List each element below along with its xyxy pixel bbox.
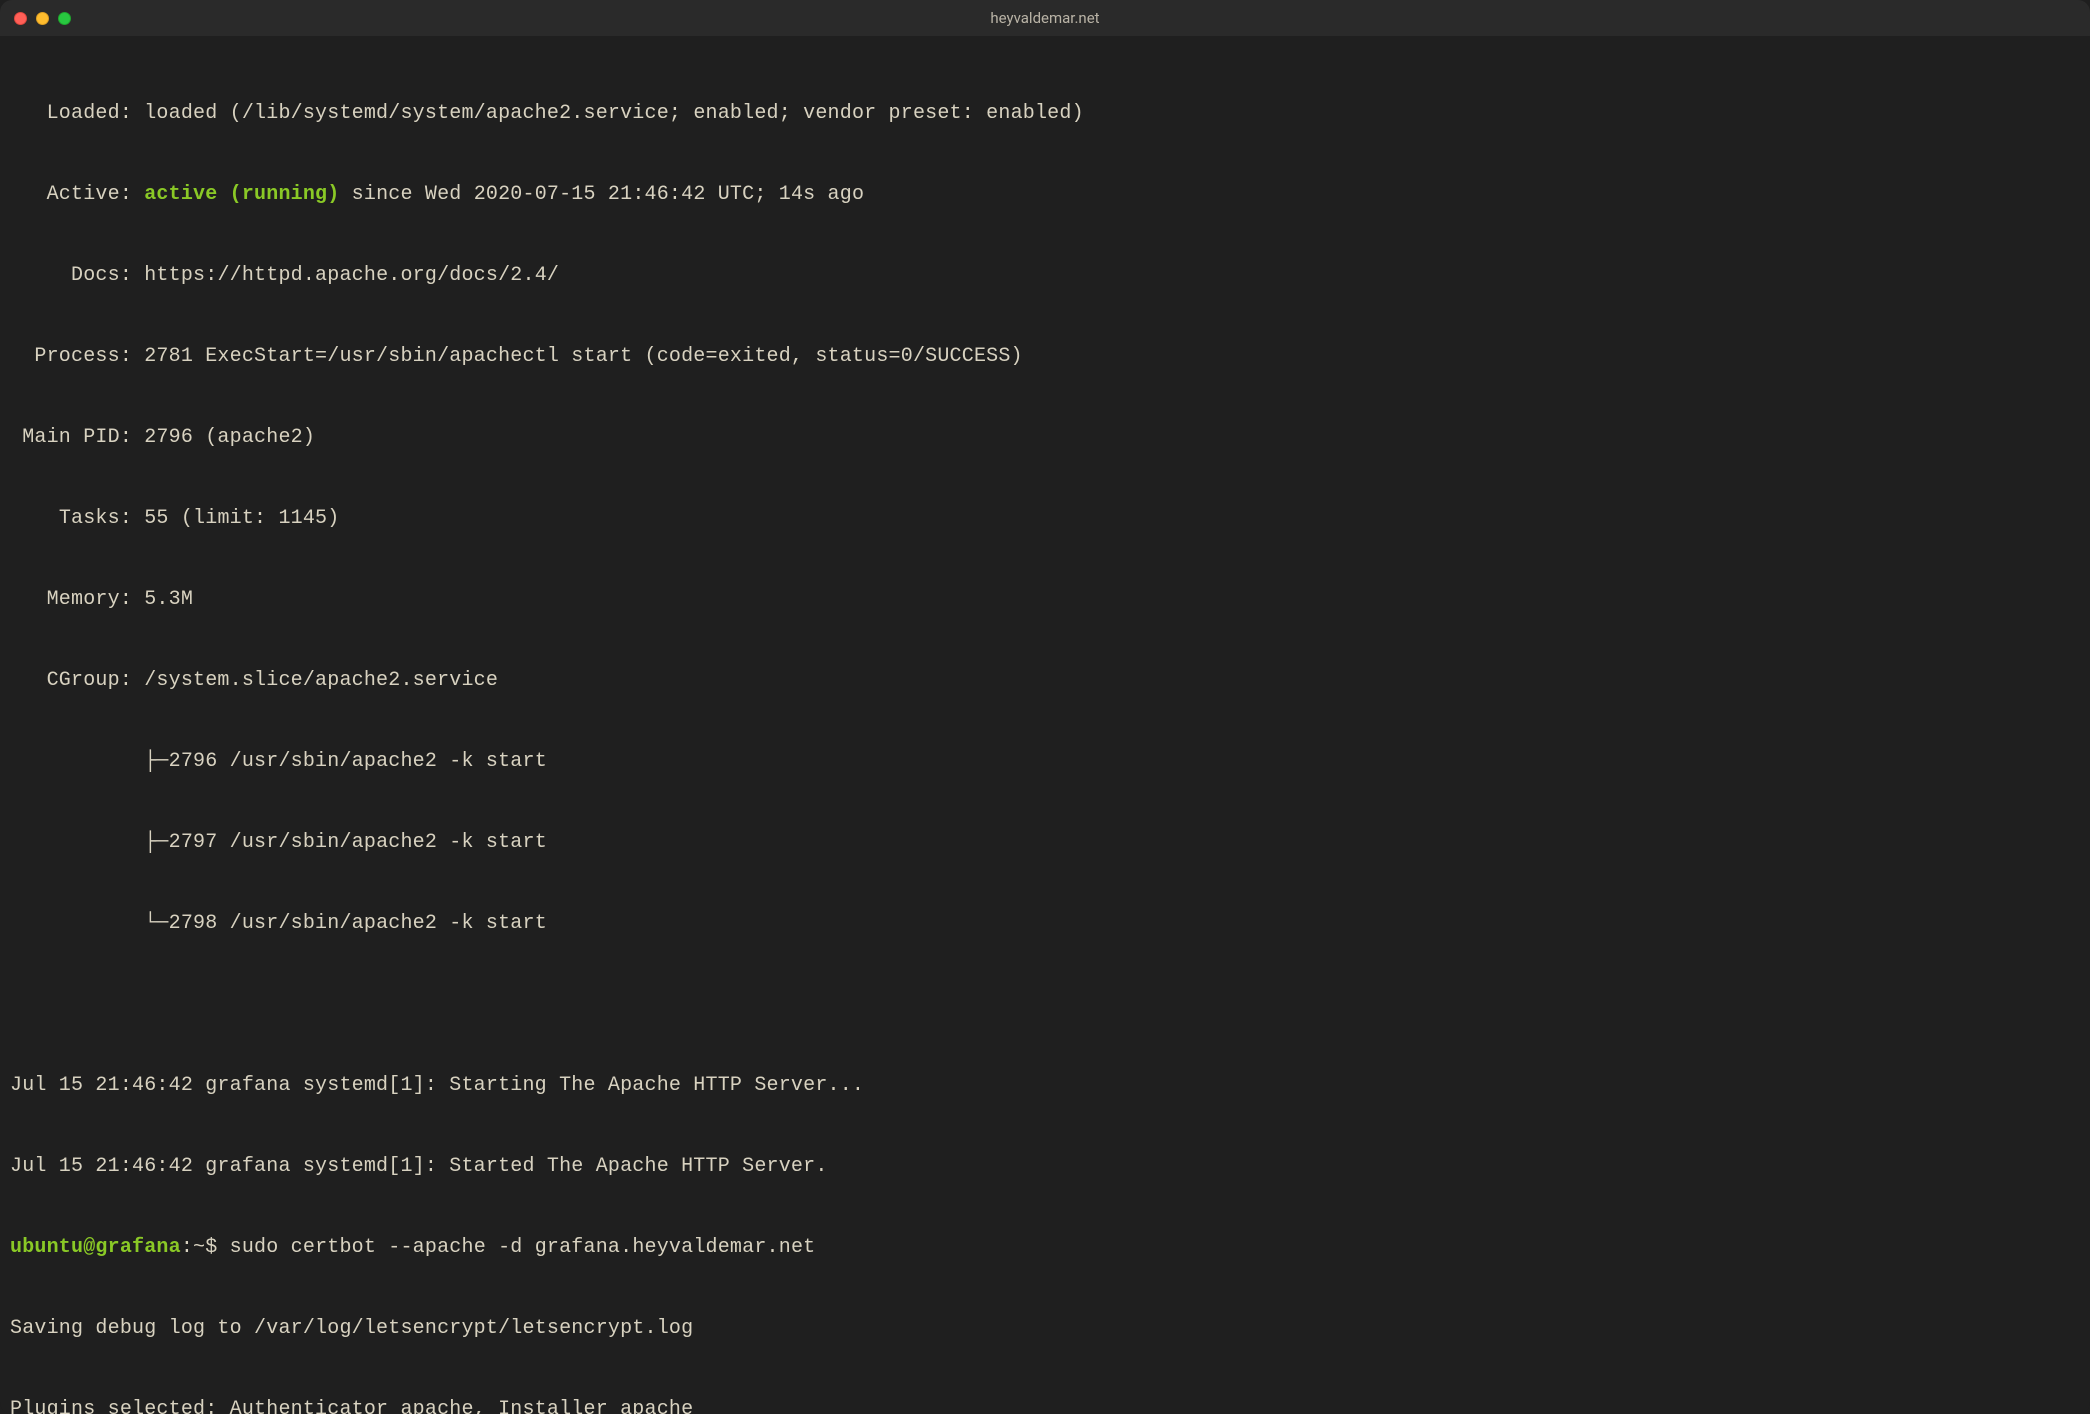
titlebar[interactable]: heyvaldemar.net xyxy=(0,0,2090,36)
prompt-sep: : xyxy=(181,1236,193,1259)
prompt-at: @ xyxy=(83,1236,95,1259)
journal-line-1: Jul 15 21:46:42 grafana systemd[1]: Star… xyxy=(10,1072,2080,1099)
window-controls xyxy=(14,12,71,25)
close-icon[interactable] xyxy=(14,12,27,25)
prompt-command: sudo certbot --apache -d grafana.heyvald… xyxy=(230,1236,816,1259)
status-cgroup: CGroup: /system.slice/apache2.service xyxy=(10,667,2080,694)
status-cgroup-proc-3: └─2798 /usr/sbin/apache2 -k start xyxy=(10,910,2080,937)
journal-line-2: Jul 15 21:46:42 grafana systemd[1]: Star… xyxy=(10,1153,2080,1180)
zoom-icon[interactable] xyxy=(58,12,71,25)
status-active-label: Active: xyxy=(10,183,144,206)
status-memory: Memory: 5.3M xyxy=(10,586,2080,613)
prompt-path: ~ xyxy=(193,1236,205,1259)
status-process: Process: 2781 ExecStart=/usr/sbin/apache… xyxy=(10,343,2080,370)
prompt-symbol: $ xyxy=(205,1236,229,1259)
status-loaded: Loaded: loaded (/lib/systemd/system/apac… xyxy=(10,100,2080,127)
minimize-icon[interactable] xyxy=(36,12,49,25)
prompt-host: grafana xyxy=(95,1236,180,1259)
status-mainpid: Main PID: 2796 (apache2) xyxy=(10,424,2080,451)
prompt-user: ubuntu xyxy=(10,1236,83,1259)
status-cgroup-proc-2: ├─2797 /usr/sbin/apache2 -k start xyxy=(10,829,2080,856)
status-active-value: active (running) xyxy=(144,183,339,206)
status-tasks: Tasks: 55 (limit: 1145) xyxy=(10,505,2080,532)
certbot-log-1: Saving debug log to /var/log/letsencrypt… xyxy=(10,1315,2080,1342)
status-docs: Docs: https://httpd.apache.org/docs/2.4/ xyxy=(10,262,2080,289)
status-active: Active: active (running) since Wed 2020-… xyxy=(10,181,2080,208)
shell-prompt: ubuntu@grafana:~$ sudo certbot --apache … xyxy=(10,1234,2080,1261)
terminal-window: heyvaldemar.net Loaded: loaded (/lib/sys… xyxy=(0,0,2090,1414)
status-active-since: since Wed 2020-07-15 21:46:42 UTC; 14s a… xyxy=(339,183,864,206)
window-title: heyvaldemar.net xyxy=(0,8,2090,28)
status-cgroup-proc-1: ├─2796 /usr/sbin/apache2 -k start xyxy=(10,748,2080,775)
blank-line xyxy=(10,991,2080,1018)
terminal-content[interactable]: Loaded: loaded (/lib/systemd/system/apac… xyxy=(0,36,2090,1414)
certbot-log-2: Plugins selected: Authenticator apache, … xyxy=(10,1396,2080,1414)
